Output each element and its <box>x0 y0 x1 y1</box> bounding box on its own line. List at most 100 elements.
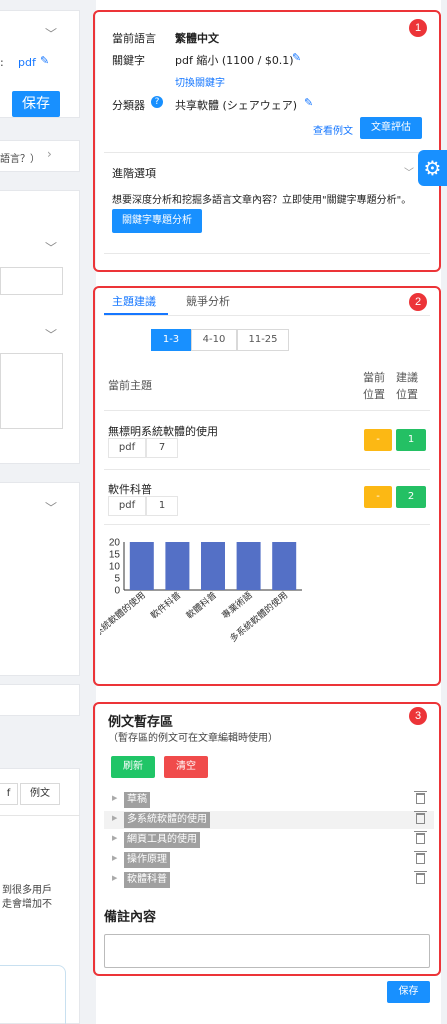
prompt-text: 語言？） <box>0 154 40 165</box>
chevron-right-icon: › <box>47 147 52 161</box>
storage-subtitle: （暫存區的例文可在文章編輯時使用） <box>108 733 278 744</box>
y-tick-label: 10 <box>109 562 121 573</box>
storage-item[interactable]: ▶ 草稿 <box>104 791 434 809</box>
tab-example[interactable]: 例文 <box>20 783 60 805</box>
x-tick-label: 系統軟體的使用 <box>100 589 147 638</box>
notes-title: 備註內容 <box>104 910 157 925</box>
tab-f[interactable]: f <box>0 783 18 805</box>
snippet-line-2: 走會增加不 <box>2 899 52 910</box>
topic-bar-chart: 20151050系統軟體的使用 軟件科普 軟體科普 專業術語多系統軟體的使用 <box>100 538 302 644</box>
x-tick-label: 軟體科普 <box>184 589 219 621</box>
keyword-value: pdf 縮小 (1100 / $0.1) <box>175 54 294 67</box>
caret-right-icon[interactable]: ▶ <box>112 854 117 862</box>
chevron-down-icon[interactable]: ﹀ <box>404 164 414 179</box>
topic-count-1: 7 <box>146 438 178 458</box>
topic-name-1: 無標明系統軟體的使用 <box>108 425 218 438</box>
bar <box>129 542 154 590</box>
suggested-position-1[interactable]: 1 <box>396 429 426 451</box>
help-icon[interactable]: ? <box>151 96 163 108</box>
suggested-position-2[interactable]: 2 <box>396 486 426 508</box>
col-current-topic: 當前主題 <box>108 379 152 392</box>
x-tick-label: 軟件科普 <box>148 589 183 621</box>
evaluate-button[interactable]: 文章評估 <box>360 117 422 139</box>
storage-item[interactable]: ▶ 軟體科普 <box>104 871 434 889</box>
text-input[interactable] <box>0 267 63 295</box>
caret-right-icon[interactable]: ▶ <box>112 874 117 882</box>
storage-item-label: 網頁工具的使用 <box>124 832 200 848</box>
snippet-line-1: 到很多用戶 <box>2 885 52 896</box>
textarea[interactable] <box>0 353 63 429</box>
y-tick-label: 5 <box>114 574 120 585</box>
tab-competition[interactable]: 競爭分析 <box>186 293 230 309</box>
refresh-button[interactable]: 刷新 <box>111 756 155 778</box>
current-position-1: - <box>364 429 392 451</box>
clear-button[interactable]: 清空 <box>164 756 208 778</box>
left-card-5 <box>0 684 80 716</box>
colon-text: : <box>0 56 4 69</box>
bar <box>236 542 261 590</box>
range-11-25[interactable]: 11-25 <box>237 329 289 351</box>
view-example-link[interactable]: 查看例文 <box>313 122 353 137</box>
bar <box>201 542 225 590</box>
x-tick-label: 專業術語 <box>219 589 254 621</box>
edit-keyword-icon[interactable]: ✎ <box>292 51 301 64</box>
pdf-link[interactable]: pdf <box>18 56 36 69</box>
topic-tag-1: pdf <box>108 438 146 458</box>
range-4-10[interactable]: 4-10 <box>191 329 237 351</box>
current-position-2: - <box>364 486 392 508</box>
tab-topic-suggestions[interactable]: 主題建議 <box>112 293 156 309</box>
chevron-down-icon[interactable]: ﹀ <box>45 25 57 42</box>
advanced-description: 想要深度分析和挖掘多語言文章內容？立即使用"關鍵字專題分析"。 <box>112 195 412 206</box>
chevron-down-icon[interactable]: ﹀ <box>45 239 57 256</box>
left-card-3: ﹀ ﹀ <box>0 190 80 464</box>
trash-icon[interactable] <box>414 851 427 864</box>
divider <box>0 815 80 816</box>
badge-1: 1 <box>409 19 427 37</box>
left-card-4: ﹀ <box>0 482 80 676</box>
topic-tag-2: pdf <box>108 496 146 516</box>
trash-icon[interactable] <box>414 871 427 884</box>
settings-gear-icon[interactable]: ⚙ <box>418 150 447 186</box>
storage-item[interactable]: ▶ 多系統軟體的使用 <box>104 811 434 829</box>
col-current-2: 位置 <box>363 388 385 401</box>
trash-icon[interactable] <box>414 811 427 824</box>
switch-keyword-link[interactable]: 切換關鍵字 <box>175 74 225 89</box>
col-current-1: 當前 <box>363 371 385 384</box>
y-tick-label: 20 <box>109 538 121 549</box>
left-card-2[interactable]: 語言？） › <box>0 140 80 172</box>
classifier-value: 共享軟體 (シェアウェア) <box>175 99 298 112</box>
edit-icon[interactable]: ✎ <box>40 54 49 67</box>
chevron-down-icon[interactable]: ﹀ <box>45 499 57 516</box>
advanced-label[interactable]: 進階選項 <box>112 165 156 181</box>
snippet-box <box>0 965 66 1024</box>
storage-item-label: 多系統軟體的使用 <box>124 812 210 828</box>
caret-right-icon[interactable]: ▶ <box>112 834 117 842</box>
caret-right-icon[interactable]: ▶ <box>112 814 117 822</box>
lang-label: 當前語言 <box>112 32 156 45</box>
save-button[interactable]: 保存 <box>12 91 60 117</box>
topic-analysis-button[interactable]: 關鍵字專題分析 <box>112 209 202 233</box>
notes-textarea[interactable] <box>104 934 430 968</box>
storage-item[interactable]: ▶ 網頁工具的使用 <box>104 831 434 849</box>
storage-item-label: 軟體科普 <box>124 872 170 888</box>
divider <box>104 469 430 470</box>
notes-save-button[interactable]: 保存 <box>387 981 430 1003</box>
trash-icon[interactable] <box>414 831 427 844</box>
chevron-down-icon[interactable]: ﹀ <box>45 326 57 343</box>
y-tick-label: 0 <box>114 586 120 597</box>
badge-3: 3 <box>409 707 427 725</box>
storage-title: 例文暫存區 <box>108 715 174 730</box>
left-card-6: f 例文 到很多用戶 走會增加不 <box>0 768 80 1024</box>
trash-icon[interactable] <box>414 791 427 804</box>
divider <box>104 253 430 254</box>
divider <box>104 410 430 411</box>
badge-2: 2 <box>409 293 427 311</box>
tab-divider <box>104 315 430 316</box>
storage-item-label: 草稿 <box>124 792 150 808</box>
edit-classifier-icon[interactable]: ✎ <box>304 96 313 109</box>
topic-count-2: 1 <box>146 496 178 516</box>
topic-name-2: 軟件科普 <box>108 483 152 496</box>
caret-right-icon[interactable]: ▶ <box>112 794 117 802</box>
range-1-3[interactable]: 1-3 <box>151 329 191 351</box>
storage-item[interactable]: ▶ 操作原理 <box>104 851 434 869</box>
